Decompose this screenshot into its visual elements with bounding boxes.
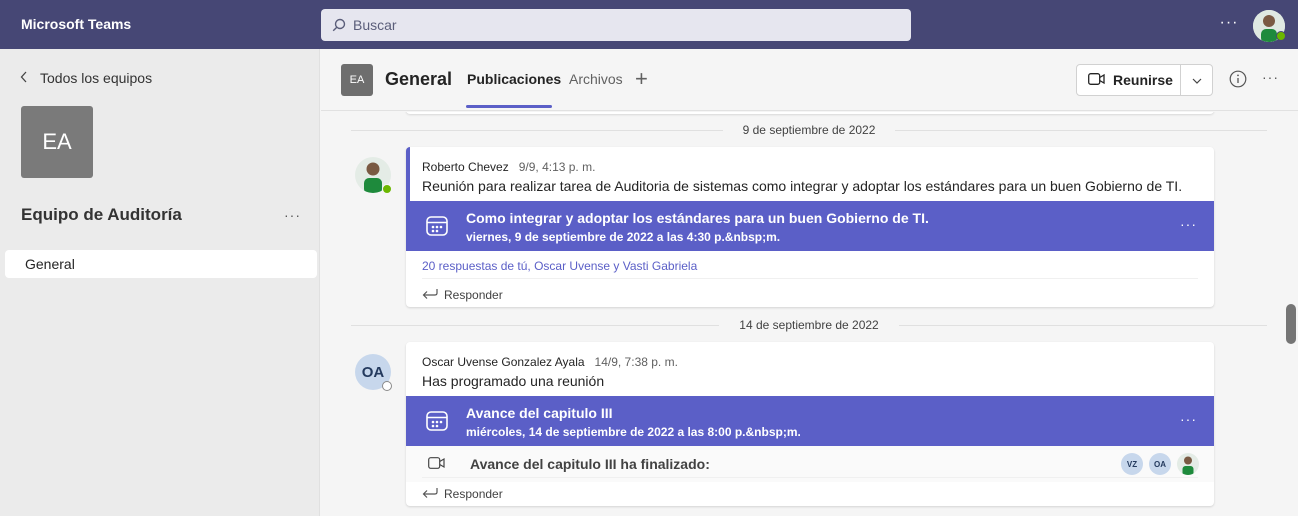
reply-icon: [422, 486, 438, 501]
reply-icon: [422, 287, 438, 302]
info-icon[interactable]: [1229, 70, 1247, 93]
post-body: Has programado una reunión: [422, 373, 605, 389]
meet-button[interactable]: Reunirse: [1076, 64, 1213, 96]
more-options-icon[interactable]: ···: [1218, 14, 1240, 32]
posts-feed: 9 de septiembre de 2022 Roberto Chevez 9/…: [321, 112, 1298, 516]
presence-available-icon: [382, 184, 392, 194]
post-card[interactable]: Oscar Uvense Gonzalez Ayala 14/9, 7:38 p.…: [406, 342, 1214, 506]
presence-offline-icon: [382, 381, 392, 391]
channel-avatar: EA: [341, 64, 373, 96]
meeting-datetime: viernes, 9 de septiembre de 2022 a las 4…: [466, 230, 781, 244]
all-teams-label: Todos los equipos: [40, 70, 153, 86]
post-meta: Roberto Chevez 9/9, 4:13 p. m.: [422, 160, 595, 174]
reply-label: Responder: [444, 486, 503, 501]
reply-label: Responder: [444, 287, 503, 302]
top-bar: Microsoft Teams ···: [0, 0, 1298, 49]
team-sidebar: Todos los equipos EA Equipo de Auditoría…: [0, 49, 320, 516]
previous-post-card: [406, 112, 1214, 114]
tab-archivos[interactable]: Archivos: [569, 71, 623, 87]
post-time: 9/9, 4:13 p. m.: [518, 160, 596, 174]
calendar-icon: [426, 410, 448, 437]
meeting-card[interactable]: Avance del capitulo III miércoles, 14 de…: [406, 396, 1214, 446]
author-avatar[interactable]: [355, 157, 392, 194]
meeting-title: Avance del capitulo III: [466, 405, 613, 421]
user-avatar[interactable]: [1253, 10, 1286, 42]
meeting-card[interactable]: Como integrar y adoptar los estándares p…: [406, 201, 1214, 251]
video-camera-icon: [428, 456, 445, 474]
presence-available-icon: [1276, 31, 1286, 41]
channel-header: EA General Publicaciones Archivos + Reun…: [321, 49, 1298, 111]
team-avatar: EA: [21, 106, 93, 178]
date-separator: 9 de septiembre de 2022: [351, 121, 1268, 139]
participant-avatar[interactable]: [1177, 453, 1199, 475]
meeting-more-icon[interactable]: ···: [1180, 411, 1197, 427]
scrollbar-thumb[interactable]: [1286, 304, 1296, 344]
meet-now-button[interactable]: Reunirse: [1077, 65, 1181, 95]
avatar-initials: OA: [361, 363, 385, 381]
author-name: Roberto Chevez: [422, 160, 509, 174]
channel-item-general[interactable]: General: [5, 250, 317, 278]
channel-more-icon[interactable]: ···: [1262, 69, 1279, 85]
meeting-ended-text: Avance del capitulo III ha finalizado:: [470, 456, 710, 472]
tab-publicaciones[interactable]: Publicaciones: [467, 71, 561, 87]
meeting-datetime: miércoles, 14 de septiembre de 2022 a la…: [466, 425, 801, 439]
post-meta: Oscar Uvense Gonzalez Ayala 14/9, 7:38 p.…: [422, 355, 678, 369]
search-icon: [331, 17, 347, 33]
participant-avatar[interactable]: VZ: [1121, 453, 1143, 475]
meet-label: Reunirse: [1113, 72, 1173, 88]
app-title: Microsoft Teams: [21, 16, 132, 32]
post-time: 14/9, 7:38 p. m.: [594, 355, 678, 369]
author-avatar[interactable]: OA: [355, 354, 392, 391]
date-label: 14 de septiembre de 2022: [739, 318, 879, 332]
meet-dropdown[interactable]: [1181, 71, 1212, 89]
active-tab-indicator: [466, 105, 552, 108]
search-box[interactable]: [321, 9, 911, 41]
replies-link[interactable]: 20 respuestas de tú, Oscar Uvense y Vast…: [422, 259, 697, 273]
participant-avatar[interactable]: OA: [1149, 453, 1171, 475]
calendar-icon: [426, 215, 448, 242]
all-teams-link[interactable]: Todos los equipos: [20, 70, 152, 86]
reply-button[interactable]: Responder: [422, 477, 1198, 501]
channel-title: General: [385, 69, 453, 89]
add-tab-icon[interactable]: +: [635, 66, 648, 92]
post-body: Reunión para realizar tarea de Auditoria…: [422, 178, 1183, 194]
meeting-more-icon[interactable]: ···: [1180, 216, 1197, 232]
post-card[interactable]: Roberto Chevez 9/9, 4:13 p. m. Reunión pa…: [406, 147, 1214, 307]
date-label: 9 de septiembre de 2022: [742, 123, 876, 137]
chevron-down-icon: [1192, 71, 1202, 89]
meeting-title: Como integrar y adoptar los estándares p…: [466, 210, 929, 226]
author-name: Oscar Uvense Gonzalez Ayala: [422, 355, 585, 369]
video-camera-icon: [1088, 72, 1105, 88]
chevron-left-icon: [20, 70, 28, 86]
reply-button[interactable]: Responder: [422, 278, 1198, 302]
team-name: Equipo de Auditoría: [21, 205, 182, 224]
team-more-icon[interactable]: ···: [284, 207, 301, 223]
search-input[interactable]: [353, 17, 893, 33]
date-separator: 14 de septiembre de 2022: [351, 316, 1267, 334]
